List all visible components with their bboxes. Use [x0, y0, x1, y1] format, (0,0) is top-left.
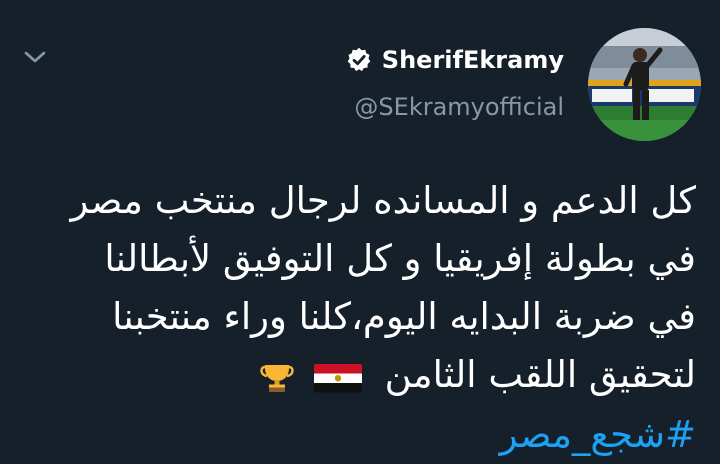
author-name-row[interactable]: SherifEkramy	[345, 42, 564, 78]
tweet-text: كل الدعم و المسانده لرجال منتخب مصر في ب…	[16, 172, 696, 464]
display-name[interactable]: SherifEkramy	[382, 46, 564, 74]
trophy-icon	[260, 365, 294, 392]
hashtag-link[interactable]: #شجع_مصر	[16, 406, 696, 464]
tweet-text-line: لتحقيق اللقب الثامن	[384, 353, 696, 396]
verified-badge-icon	[345, 46, 373, 74]
tweet-text-line: كل الدعم و المسانده لرجال منتخب مصر	[70, 179, 696, 222]
avatar[interactable]	[588, 28, 701, 141]
tweet-text-line: في بطولة إفريقيا و كل التوفيق لأبطالنا	[104, 237, 696, 280]
tweet: SherifEkramy @SEkramyofficial كل الدعم و…	[0, 0, 720, 456]
emoji-group	[259, 348, 363, 406]
user-handle[interactable]: @SEkramyofficial	[354, 93, 564, 121]
tweet-text-line-with-emoji: لتحقيق اللقب الثامن	[16, 346, 696, 406]
chevron-down-icon[interactable]	[22, 48, 48, 66]
tweet-text-line: في ضربة البدايه اليوم،كلنا وراء منتخبنا	[112, 295, 696, 338]
egypt-flag-icon	[313, 364, 362, 393]
